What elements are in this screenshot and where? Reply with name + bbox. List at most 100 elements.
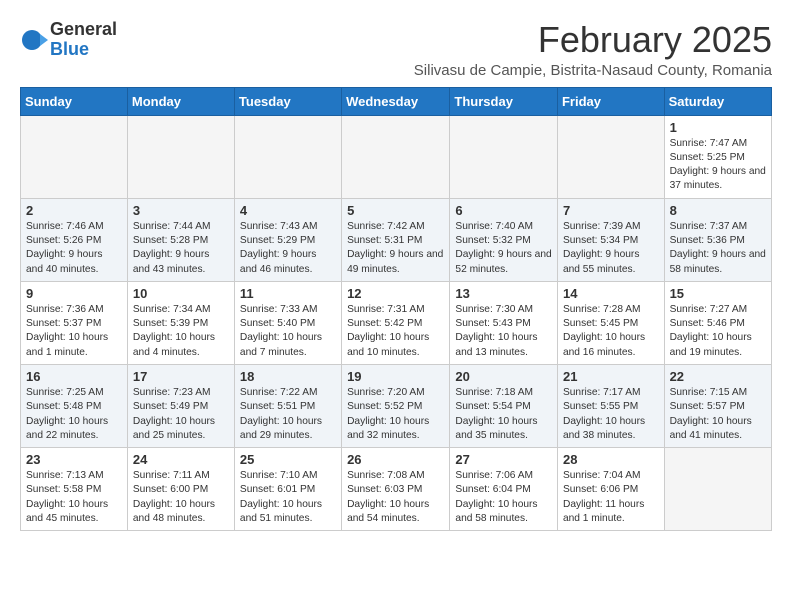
calendar-cell (127, 115, 234, 198)
day-info: Sunrise: 7:42 AM Sunset: 5:31 PM Dayligh… (347, 220, 444, 277)
weekday-header-row: SundayMondayTuesdayWednesdayThursdayFrid… (21, 87, 772, 115)
title-area: February 2025 Silivasu de Campie, Bistri… (414, 20, 772, 79)
calendar-cell: 10 Sunrise: 7:34 AM Sunset: 5:39 PM Dayli… (127, 281, 234, 364)
calendar-cell: 20Sunrise: 7:18 AM Sunset: 5:54 PM Dayli… (450, 364, 558, 447)
weekday-header-tuesday: Tuesday (234, 87, 341, 115)
day-number: 8 (670, 203, 766, 218)
day-info: Sunrise: 7:40 AM Sunset: 5:32 PM Dayligh… (455, 220, 552, 277)
day-info: Sunrise: 7:28 AM Sunset: 5:45 PM Dayligh… (563, 303, 659, 360)
day-info: Sunrise: 7:13 AM Sunset: 5:58 PM Dayligh… (26, 469, 122, 526)
calendar-cell: 19 Sunrise: 7:20 AM Sunset: 5:52 PM Dayli… (342, 364, 450, 447)
page-header: General Blue February 2025 Silivasu de C… (20, 20, 772, 79)
calendar-cell (450, 115, 558, 198)
day-info: Sunrise: 7:33 AM Sunset: 5:40 PM Dayligh… (240, 303, 336, 360)
day-info: Sunrise: 7:06 AM Sunset: 6:04 PM Dayligh… (455, 469, 552, 526)
day-info: Sunrise: 7:08 AM Sunset: 6:03 PM Dayligh… (347, 469, 444, 526)
day-number: 5 (347, 203, 444, 218)
day-number: 27 (455, 452, 552, 467)
calendar-cell (664, 448, 771, 531)
day-info: Sunrise: 7:10 AM Sunset: 6:01 PM Dayligh… (240, 469, 336, 526)
weekday-header-friday: Friday (557, 87, 664, 115)
calendar-cell: 8 Sunrise: 7:37 AM Sunset: 5:36 PM Daylig… (664, 198, 771, 281)
calendar-cell: 24Sunrise: 7:11 AM Sunset: 6:00 PM Dayli… (127, 448, 234, 531)
day-info: Sunrise: 7:20 AM Sunset: 5:52 PM Dayligh… (347, 386, 444, 443)
day-number: 1 (670, 120, 766, 135)
calendar-cell: 25Sunrise: 7:10 AM Sunset: 6:01 PM Dayli… (234, 448, 341, 531)
day-number: 6 (455, 203, 552, 218)
calendar-cell: 22 Sunrise: 7:15 AM Sunset: 5:57 PM Dayli… (664, 364, 771, 447)
day-number: 10 (133, 286, 229, 301)
calendar-cell: 7Sunrise: 7:39 AM Sunset: 5:34 PM Daylig… (557, 198, 664, 281)
day-number: 3 (133, 203, 229, 218)
day-info: Sunrise: 7:04 AM Sunset: 6:06 PM Dayligh… (563, 469, 659, 526)
calendar-week-row-5: 23Sunrise: 7:13 AM Sunset: 5:58 PM Dayli… (21, 448, 772, 531)
calendar-cell: 28Sunrise: 7:04 AM Sunset: 6:06 PM Dayli… (557, 448, 664, 531)
day-info: Sunrise: 7:36 AM Sunset: 5:37 PM Dayligh… (26, 303, 122, 360)
day-info: Sunrise: 7:27 AM Sunset: 5:46 PM Dayligh… (670, 303, 766, 360)
calendar-cell: 21Sunrise: 7:17 AM Sunset: 5:55 PM Dayli… (557, 364, 664, 447)
day-info: Sunrise: 7:23 AM Sunset: 5:49 PM Dayligh… (133, 386, 229, 443)
logo-blue: Blue (50, 40, 117, 60)
calendar-table: SundayMondayTuesdayWednesdayThursdayFrid… (20, 87, 772, 532)
calendar-week-row-3: 9 Sunrise: 7:36 AM Sunset: 5:37 PM Daylig… (21, 281, 772, 364)
calendar-cell (557, 115, 664, 198)
day-info: Sunrise: 7:37 AM Sunset: 5:36 PM Dayligh… (670, 220, 766, 277)
day-number: 7 (563, 203, 659, 218)
day-number: 14 (563, 286, 659, 301)
logo-text: General Blue (50, 20, 117, 60)
day-number: 22 (670, 369, 766, 384)
calendar-week-row-2: 2 Sunrise: 7:46 AM Sunset: 5:26 PM Daylig… (21, 198, 772, 281)
calendar-cell (21, 115, 128, 198)
calendar-cell: 5 Sunrise: 7:42 AM Sunset: 5:31 PM Daylig… (342, 198, 450, 281)
day-info: Sunrise: 7:17 AM Sunset: 5:55 PM Dayligh… (563, 386, 659, 443)
day-number: 13 (455, 286, 552, 301)
weekday-header-monday: Monday (127, 87, 234, 115)
day-number: 18 (240, 369, 336, 384)
calendar-cell: 13 Sunrise: 7:30 AM Sunset: 5:43 PM Dayli… (450, 281, 558, 364)
calendar-cell: 14 Sunrise: 7:28 AM Sunset: 5:45 PM Dayli… (557, 281, 664, 364)
day-number: 9 (26, 286, 122, 301)
logo-icon (20, 26, 48, 54)
calendar-cell: 27 Sunrise: 7:06 AM Sunset: 6:04 PM Dayli… (450, 448, 558, 531)
weekday-header-thursday: Thursday (450, 87, 558, 115)
calendar-cell: 3 Sunrise: 7:44 AM Sunset: 5:28 PM Daylig… (127, 198, 234, 281)
calendar-week-row-4: 16Sunrise: 7:25 AM Sunset: 5:48 PM Dayli… (21, 364, 772, 447)
logo-general: General (50, 20, 117, 40)
day-info: Sunrise: 7:46 AM Sunset: 5:26 PM Dayligh… (26, 220, 122, 277)
logo: General Blue (20, 20, 117, 60)
day-info: Sunrise: 7:44 AM Sunset: 5:28 PM Dayligh… (133, 220, 229, 277)
calendar-cell: 1 Sunrise: 7:47 AM Sunset: 5:25 PM Daylig… (664, 115, 771, 198)
day-info: Sunrise: 7:34 AM Sunset: 5:39 PM Dayligh… (133, 303, 229, 360)
calendar-cell: 12 Sunrise: 7:31 AM Sunset: 5:42 PM Dayli… (342, 281, 450, 364)
day-info: Sunrise: 7:15 AM Sunset: 5:57 PM Dayligh… (670, 386, 766, 443)
day-info: Sunrise: 7:18 AM Sunset: 5:54 PM Dayligh… (455, 386, 552, 443)
location-subtitle: Silivasu de Campie, Bistrita-Nasaud Coun… (414, 62, 772, 79)
calendar-cell: 18Sunrise: 7:22 AM Sunset: 5:51 PM Dayli… (234, 364, 341, 447)
day-number: 2 (26, 203, 122, 218)
day-info: Sunrise: 7:11 AM Sunset: 6:00 PM Dayligh… (133, 469, 229, 526)
calendar-cell: 23Sunrise: 7:13 AM Sunset: 5:58 PM Dayli… (21, 448, 128, 531)
day-info: Sunrise: 7:43 AM Sunset: 5:29 PM Dayligh… (240, 220, 336, 277)
calendar-cell (342, 115, 450, 198)
calendar-cell: 9 Sunrise: 7:36 AM Sunset: 5:37 PM Daylig… (21, 281, 128, 364)
calendar-cell: 17 Sunrise: 7:23 AM Sunset: 5:49 PM Dayli… (127, 364, 234, 447)
calendar-cell: 2 Sunrise: 7:46 AM Sunset: 5:26 PM Daylig… (21, 198, 128, 281)
day-info: Sunrise: 7:47 AM Sunset: 5:25 PM Dayligh… (670, 137, 766, 194)
weekday-header-sunday: Sunday (21, 87, 128, 115)
calendar-cell: 6 Sunrise: 7:40 AM Sunset: 5:32 PM Daylig… (450, 198, 558, 281)
day-number: 11 (240, 286, 336, 301)
day-number: 26 (347, 452, 444, 467)
day-number: 19 (347, 369, 444, 384)
calendar-cell: 16Sunrise: 7:25 AM Sunset: 5:48 PM Dayli… (21, 364, 128, 447)
day-number: 15 (670, 286, 766, 301)
calendar-cell: 4Sunrise: 7:43 AM Sunset: 5:29 PM Daylig… (234, 198, 341, 281)
calendar-cell (234, 115, 341, 198)
day-number: 16 (26, 369, 122, 384)
day-info: Sunrise: 7:30 AM Sunset: 5:43 PM Dayligh… (455, 303, 552, 360)
calendar-cell: 26 Sunrise: 7:08 AM Sunset: 6:03 PM Dayli… (342, 448, 450, 531)
weekday-header-wednesday: Wednesday (342, 87, 450, 115)
day-info: Sunrise: 7:31 AM Sunset: 5:42 PM Dayligh… (347, 303, 444, 360)
weekday-header-saturday: Saturday (664, 87, 771, 115)
day-number: 17 (133, 369, 229, 384)
day-number: 12 (347, 286, 444, 301)
